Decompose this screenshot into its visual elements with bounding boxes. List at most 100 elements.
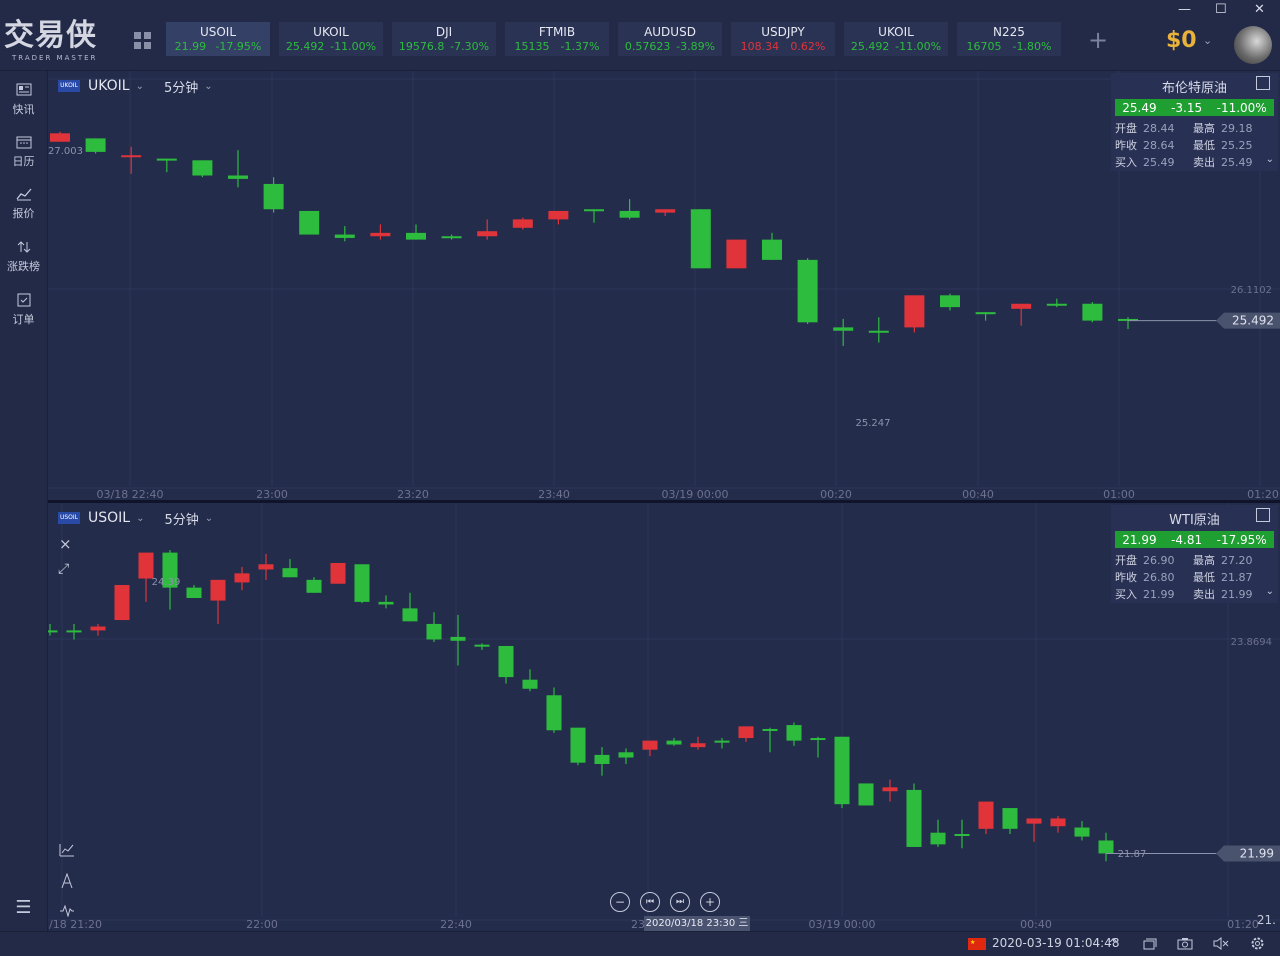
chevron-down-icon[interactable]: ⌄ — [136, 513, 144, 524]
symbol-selector[interactable]: UKOIL — [88, 78, 130, 94]
chevron-down-icon[interactable]: ⌄ — [136, 81, 144, 92]
high-marker-label: 27.003 — [48, 146, 83, 157]
zoom-out-button[interactable]: − — [610, 892, 630, 912]
candle-body — [1002, 808, 1018, 829]
candle-body — [114, 585, 130, 621]
ticker-tab-ukoil[interactable]: UKOIL 25.492 -11.00% — [844, 22, 948, 56]
avatar[interactable] — [1234, 26, 1272, 64]
candle-body — [138, 552, 154, 579]
ask-label: 卖出 — [1193, 588, 1215, 601]
chevron-down-icon[interactable]: ⌄ — [1266, 154, 1274, 165]
prev-close-label: 昨收 — [1115, 571, 1137, 584]
sidebar-item-order[interactable]: 订单 — [0, 293, 47, 327]
ticker-tab-n225[interactable]: N225 16705 -1.80% — [957, 22, 1061, 56]
sidebar-item-news[interactable]: 快讯 — [0, 83, 47, 117]
minimize-button[interactable]: — — [1178, 2, 1191, 17]
close-panel-icon[interactable]: × — [59, 535, 72, 553]
sidebar-item-quote[interactable]: 报价 — [0, 187, 47, 221]
price-axis-label: 26.1102 — [1231, 285, 1272, 296]
window-icon[interactable] — [1143, 938, 1157, 950]
add-ticker-button[interactable]: + — [1088, 26, 1108, 54]
waveform-icon[interactable] — [59, 905, 75, 917]
maximize-button[interactable]: ☐ — [1215, 2, 1227, 17]
ticker-tab-ukoil[interactable]: UKOIL 25.492 -11.00% — [279, 22, 383, 56]
symbol-selector[interactable]: USOIL — [88, 510, 130, 526]
candle-body — [584, 209, 604, 212]
candle-body — [858, 783, 874, 806]
time-axis-label: 3/18 21:20 — [48, 918, 102, 930]
ticker-change: -1.37% — [560, 40, 600, 53]
chevron-up-icon[interactable]: ^ — [1108, 937, 1119, 952]
candle-body — [334, 234, 355, 238]
scroll-start-button[interactable]: ⏮ — [640, 892, 660, 912]
candle-body — [450, 636, 466, 641]
sidebar-item-label: 订单 — [12, 313, 35, 326]
current-price-label: 21.99 — [1240, 846, 1274, 860]
ticker-tab-audusd[interactable]: AUDUSD 0.57623 -3.89% — [618, 22, 722, 56]
quote-info-box: WTI原油 21.99 -4.81 -17.95% 开盘 26.90 最高 27.2… — [1111, 505, 1278, 603]
candle-body — [904, 295, 925, 328]
time-axis-label: 03/19 00:00 — [809, 918, 876, 930]
news-icon — [16, 83, 31, 96]
time-axis-label: 01:20 — [1247, 488, 1279, 500]
ticker-tab-usoil[interactable]: USOIL 21.99 -17.95% — [166, 22, 270, 56]
candlestick-chart-usoil[interactable]: 21.99 24.39 23.8694 21.87 21. 3/18 21:20 22:00… — [48, 503, 1280, 930]
candle-body — [263, 183, 284, 210]
candle-body — [306, 579, 322, 593]
gear-icon[interactable] — [1250, 936, 1265, 951]
candle-body — [1050, 818, 1066, 827]
order-icon — [17, 293, 30, 307]
account-balance[interactable]: $0 — [1166, 28, 1197, 53]
candlestick-chart-ukoil[interactable]: 25.49227.00326.110225.24727.203/18 22:40… — [48, 71, 1280, 500]
exit-icon[interactable] — [1256, 76, 1270, 90]
candle-body — [834, 736, 850, 805]
period-selector[interactable]: 5分钟 — [164, 77, 198, 96]
zoom-in-button[interactable]: + — [700, 892, 720, 912]
drawing-tool-icon[interactable] — [60, 873, 74, 889]
symbol-badge: UKOIL — [58, 80, 80, 92]
indicator-icon[interactable] — [59, 843, 75, 857]
candle-body — [868, 330, 889, 333]
sidebar-item-label: 报价 — [12, 207, 35, 220]
info-row: 买入 25.49 卖出 25.49 — [1111, 154, 1278, 171]
low-marker-label: 21.87 — [1118, 849, 1147, 860]
open-label: 开盘 — [1115, 122, 1137, 135]
ticker-tab-usdjpy[interactable]: USDJPY 108.34 0.62% — [731, 22, 835, 56]
candle-body — [940, 295, 960, 308]
candle-body — [619, 210, 640, 218]
chart-panel-ukoil: 25.49227.00326.110225.24727.203/18 22:40… — [48, 71, 1280, 500]
candle-body — [726, 239, 747, 269]
ticker-tab-ftmib[interactable]: FTMIB 15135 -1.37% — [505, 22, 609, 56]
period-selector[interactable]: 5分钟 — [164, 509, 198, 528]
ticker-price: 15135 — [514, 40, 550, 53]
ticker-change: -1.80% — [1012, 40, 1052, 53]
chevron-down-icon[interactable]: ⌄ — [1203, 34, 1212, 47]
candle-body — [714, 740, 730, 743]
candle-body — [762, 728, 778, 731]
sidebar-item-ranking[interactable]: 涨跌榜 — [0, 240, 47, 274]
candle-body — [512, 219, 533, 228]
scroll-end-button[interactable]: ⏭ — [670, 892, 690, 912]
collapse-menu-icon[interactable]: ☰ — [0, 897, 47, 918]
grid-menu-icon[interactable] — [134, 32, 152, 50]
sidebar-item-calendar[interactable]: 日历 — [0, 135, 47, 169]
chevron-down-icon[interactable]: ⌄ — [1266, 586, 1274, 597]
expand-icon[interactable]: ⤢ — [58, 561, 69, 577]
candle-body — [546, 695, 562, 731]
camera-icon[interactable] — [1177, 937, 1193, 950]
quote-icon — [15, 188, 31, 201]
mute-icon[interactable] — [1213, 937, 1229, 950]
ticker-tab-dji[interactable]: DJI 19576.8 -7.30% — [392, 22, 496, 56]
chevron-down-icon[interactable]: ⌄ — [205, 513, 213, 524]
close-button[interactable]: ✕ — [1254, 2, 1265, 17]
time-axis-label: 22:40 — [440, 918, 472, 930]
exit-icon[interactable] — [1256, 508, 1270, 522]
cn-flag-icon[interactable]: ★ — [968, 938, 986, 950]
ticker-symbol: USDJPY — [761, 25, 805, 39]
ticker-symbol: N225 — [993, 25, 1025, 39]
candle-body — [354, 564, 370, 602]
chevron-down-icon[interactable]: ⌄ — [204, 81, 212, 92]
candle-body — [655, 209, 676, 213]
low-label: 最低 — [1193, 139, 1215, 152]
price-axis-label: 23.8694 — [1231, 637, 1272, 648]
